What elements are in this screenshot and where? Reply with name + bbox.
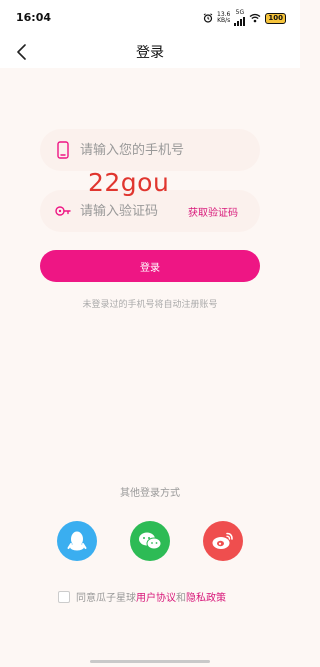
code-input[interactable] xyxy=(80,200,175,222)
phone-icon xyxy=(57,141,69,159)
other-login-title: 其他登录方式 xyxy=(120,488,180,499)
key-icon xyxy=(55,206,71,216)
privacy-policy-link[interactable]: 隐私政策 xyxy=(186,593,226,604)
net-speed: 13.6 KB/s xyxy=(217,12,230,24)
user-agreement-link[interactable]: 用户协议 xyxy=(136,593,176,604)
weibo-login-button[interactable] xyxy=(203,521,243,561)
phone-field xyxy=(40,129,260,171)
signal-icon xyxy=(234,16,246,26)
auto-register-hint: 未登录过的手机号将自动注册账号 xyxy=(82,300,218,310)
status-bar: 16:04 13.6 KB/s 5G 100 xyxy=(0,0,300,36)
agreement-and: 和 xyxy=(176,593,186,604)
qq-login-button[interactable] xyxy=(57,521,97,561)
page-title: 登录 xyxy=(136,45,164,61)
login-button[interactable]: 登录 xyxy=(40,250,260,282)
battery-icon: 100 xyxy=(265,12,286,24)
qq-icon xyxy=(67,531,87,551)
wechat-login-button[interactable] xyxy=(130,521,170,561)
agreement-row: 同意瓜子星球用户协议和隐私政策 xyxy=(58,589,226,604)
home-indicator[interactable] xyxy=(90,660,210,663)
alarm-icon xyxy=(203,13,213,23)
weibo-icon xyxy=(212,532,233,549)
agreement-prefix: 同意瓜子星球 xyxy=(76,593,136,604)
get-code-button[interactable]: 获取验证码 xyxy=(188,204,238,219)
phone-input[interactable] xyxy=(80,139,250,161)
status-icons: 13.6 KB/s 5G 100 xyxy=(203,9,286,27)
wifi-icon xyxy=(249,13,261,23)
network-type-block: 5G xyxy=(234,10,246,26)
wechat-icon xyxy=(139,532,162,550)
agree-checkbox[interactable] xyxy=(58,590,70,603)
status-time: 16:04 xyxy=(16,11,52,24)
battery-level: 100 xyxy=(268,13,283,22)
net-speed-unit: KB/s xyxy=(217,17,231,24)
nav-bar: 登录 xyxy=(0,36,300,68)
watermark-text: 22gou xyxy=(88,168,170,197)
